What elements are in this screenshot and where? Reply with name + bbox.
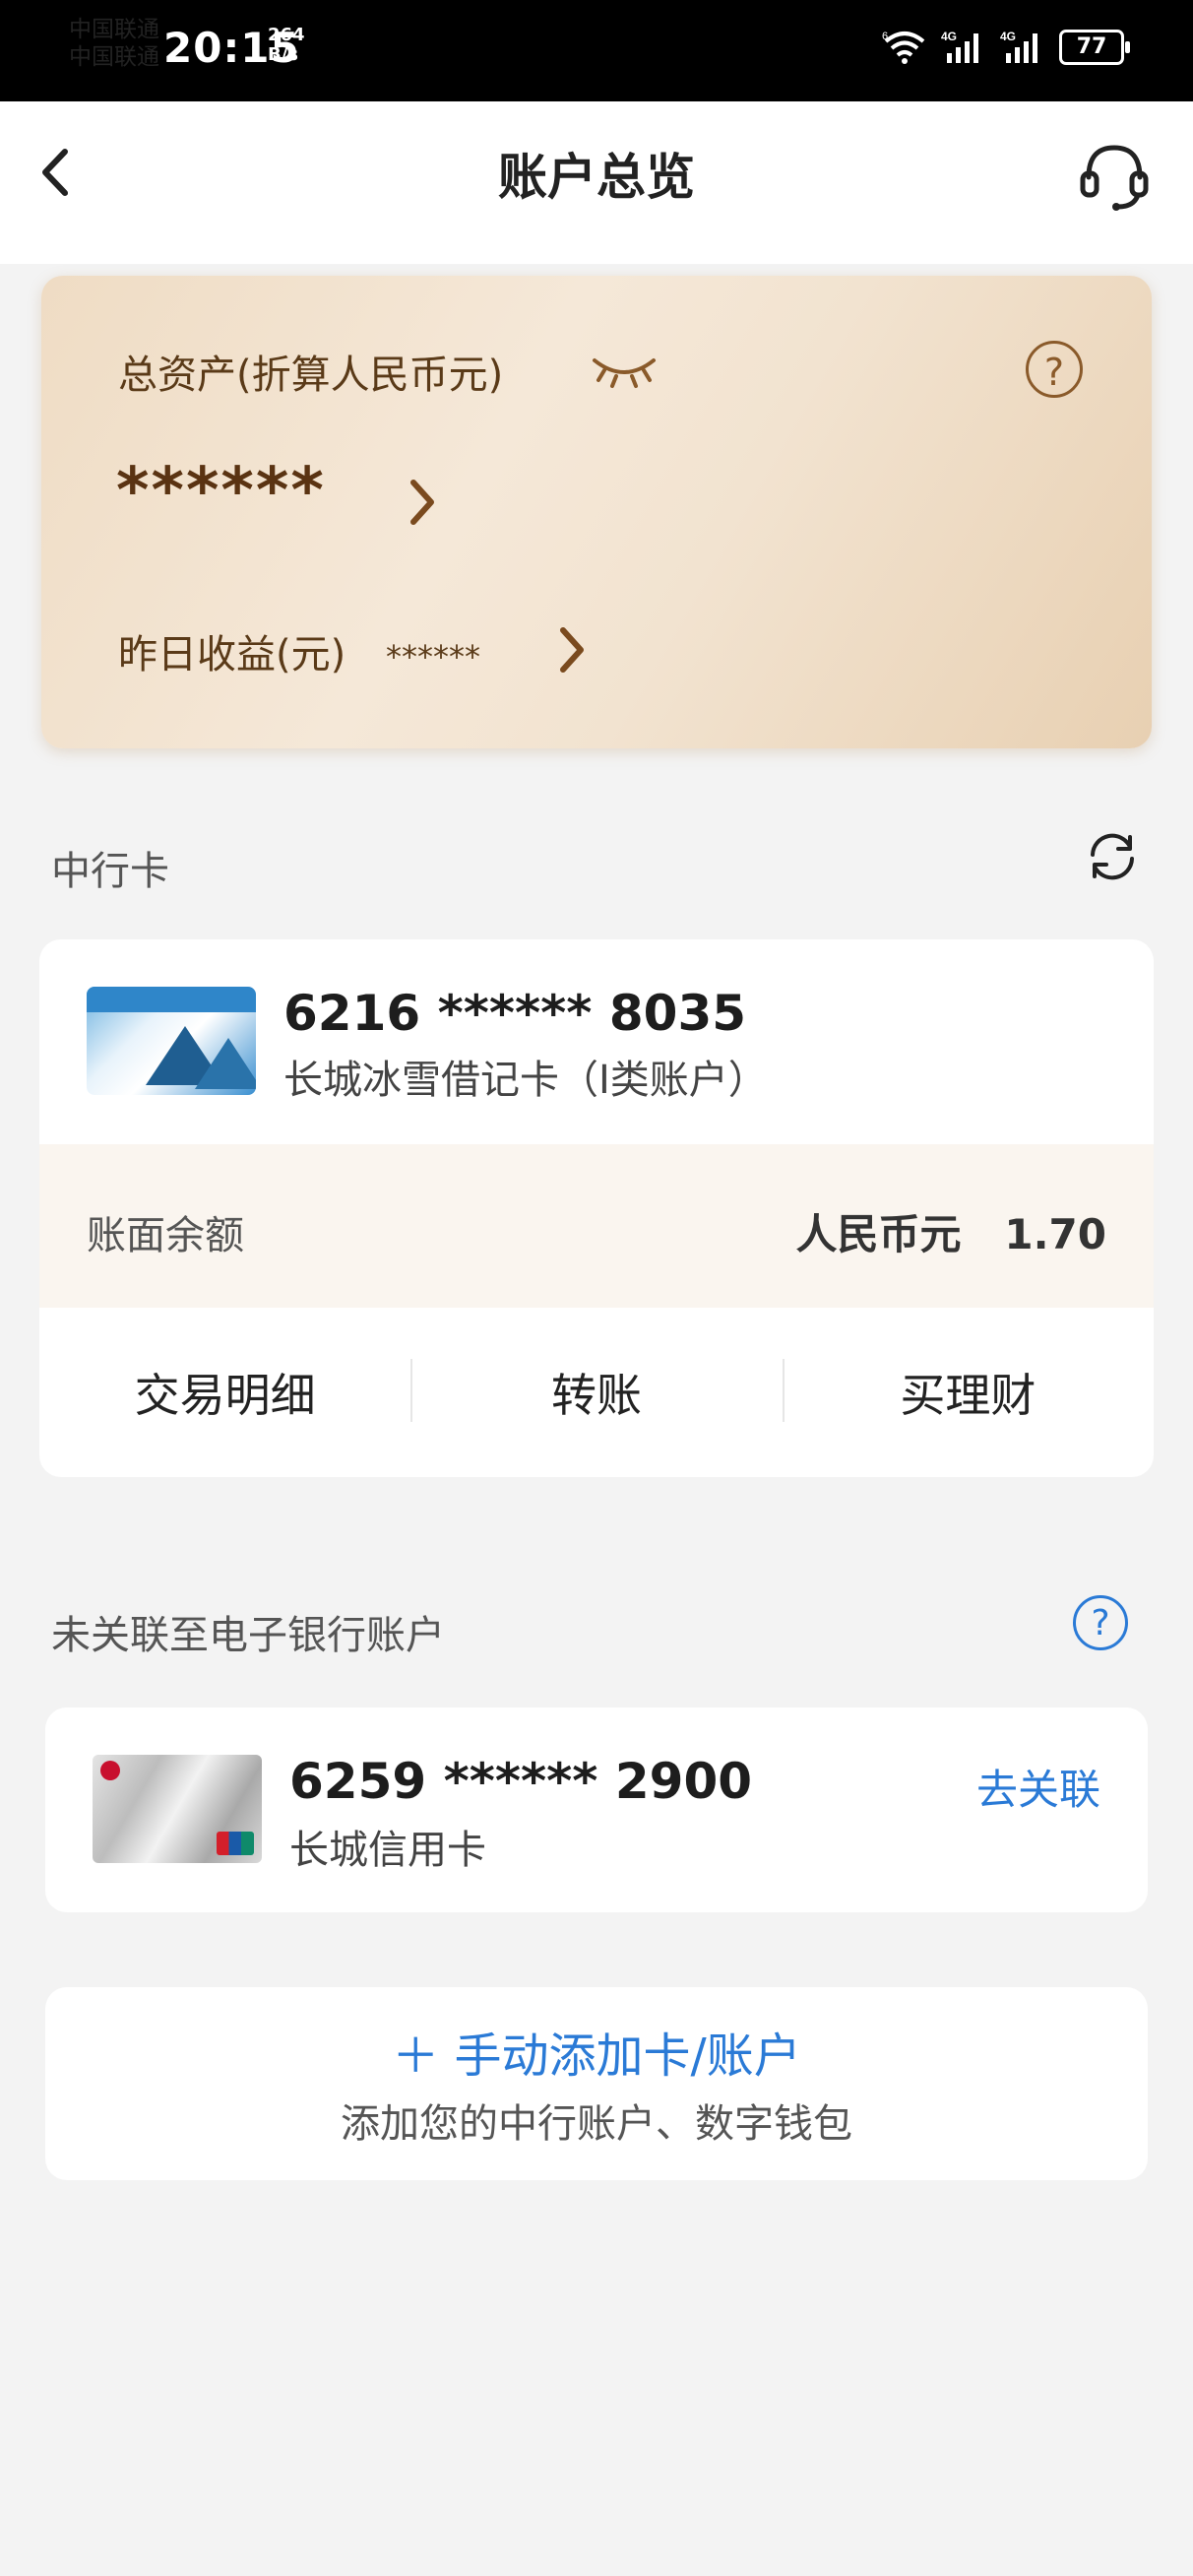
yesterday-earnings-value: ****** (386, 638, 480, 676)
debit-card-name: 长城冰雪借记卡（I类账户） (283, 1058, 768, 1103)
chevron-right-icon[interactable] (551, 620, 591, 679)
total-assets-amount: ****** (116, 455, 326, 528)
add-card-button[interactable]: ＋ 手动添加卡/账户 (45, 2017, 1148, 2086)
status-icons: 6 4G 4G 77 (882, 28, 1130, 67)
help-icon[interactable]: ? (1073, 1595, 1128, 1650)
network-speed-value: 264 (268, 25, 305, 45)
refresh-icon[interactable] (1083, 827, 1142, 886)
card-actions: 交易明细 转账 买理财 (39, 1308, 1154, 1477)
carrier-info: 中国联通 中国联通 (69, 16, 159, 71)
credit-card-image (93, 1755, 262, 1863)
balance-label: 账面余额 (87, 1213, 244, 1258)
page-title: 账户总览 (498, 149, 695, 206)
signal-2-label: 4G (1000, 30, 1016, 43)
link-account-button[interactable]: 去关联 (976, 1757, 1100, 1817)
wifi-icon: 6 (882, 31, 925, 64)
buy-wealth-button[interactable]: 买理财 (782, 1308, 1154, 1477)
eye-closed-icon[interactable] (591, 351, 658, 390)
battery-icon: 77 (1059, 30, 1130, 65)
signal-icon-1: 4G (941, 30, 978, 63)
debit-card-image (87, 987, 256, 1095)
carrier-2: 中国联通 (69, 44, 159, 70)
credit-card-name: 长城信用卡 (289, 1828, 486, 1873)
signal-icon-2: 4G (1000, 30, 1037, 63)
carrier-1: 中国联通 (69, 17, 159, 42)
balance-amount: 1.70 (1004, 1210, 1106, 1258)
headset-icon[interactable] (1075, 134, 1154, 213)
boc-cards-section-title: 中行卡 (51, 849, 169, 894)
add-card-subtitle: 添加您的中行账户、数字钱包 (341, 2101, 852, 2147)
help-icon[interactable]: ? (1026, 341, 1083, 398)
signal-1-label: 4G (941, 30, 957, 43)
wifi-label: 6 (882, 31, 888, 42)
total-assets-label: 总资产(折算人民币元) (118, 353, 504, 398)
yesterday-earnings-label: 昨日收益(元) (118, 632, 346, 677)
transfer-button[interactable]: 转账 (410, 1308, 782, 1477)
transaction-details-button[interactable]: 交易明细 (39, 1308, 410, 1477)
debit-card-number: 6216 ****** 8035 (283, 985, 747, 1042)
network-speed: 264 B/s (268, 26, 305, 65)
balance-currency: 人民币元 (795, 1210, 962, 1258)
credit-card-number: 6259 ****** 2900 (289, 1753, 753, 1810)
balance-value: 人民币元 1.70 (795, 1201, 1106, 1261)
network-speed-unit: B/s (268, 44, 299, 65)
unlinked-section-title: 未关联至电子银行账户 (51, 1613, 445, 1658)
chevron-right-icon[interactable] (402, 473, 441, 532)
